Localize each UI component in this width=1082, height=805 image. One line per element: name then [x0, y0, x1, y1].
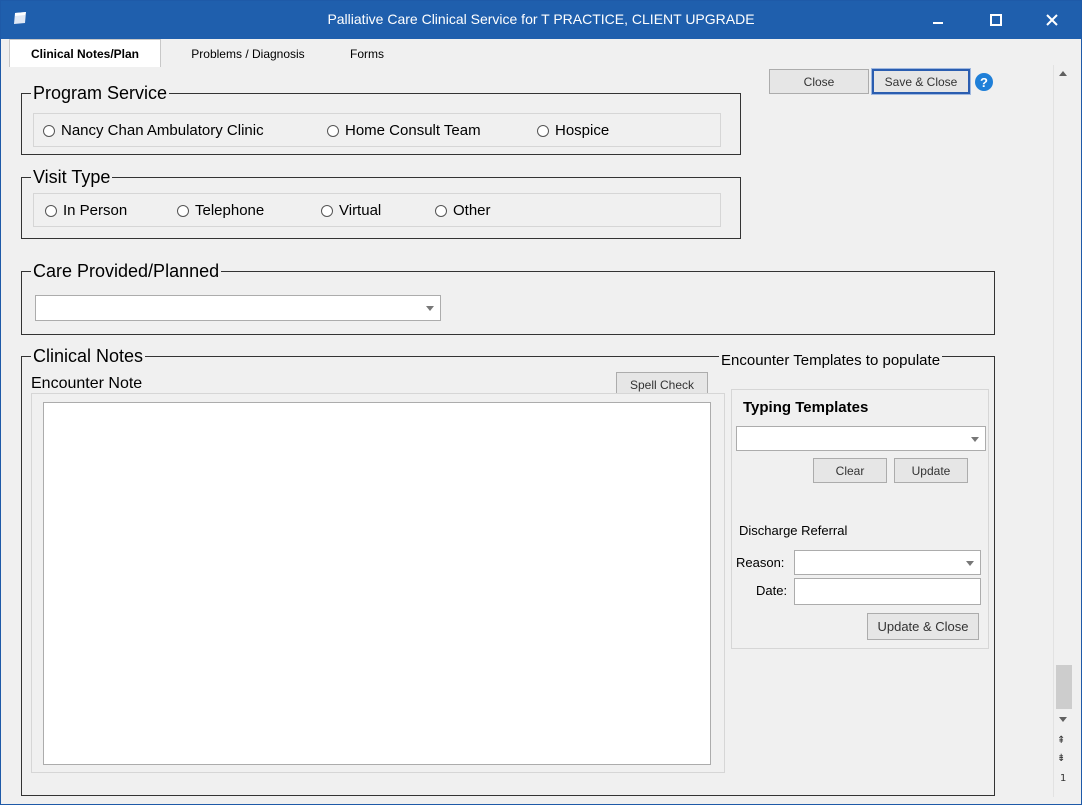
radio-label: Virtual	[339, 202, 382, 219]
chevron-down-icon	[426, 306, 434, 311]
tab-forms[interactable]: Forms	[337, 41, 397, 66]
typing-templates-dropdown[interactable]	[736, 426, 986, 451]
radio-hospice[interactable]: Hospice	[537, 122, 609, 139]
update-button[interactable]: Update	[894, 458, 968, 483]
visit-type-legend: Visit Type	[31, 167, 113, 187]
radio-label: Nancy Chan Ambulatory Clinic	[61, 122, 264, 139]
radio-in-person[interactable]: In Person	[45, 202, 127, 219]
page-down-icon[interactable]: ⇟	[1057, 753, 1065, 764]
close-button[interactable]: Close	[769, 69, 869, 94]
radio-home-consult-team[interactable]: Home Consult Team	[327, 122, 481, 139]
radio-icon	[177, 204, 189, 217]
clinical-notes-legend: Clinical Notes	[31, 346, 146, 366]
radio-label: Other	[453, 202, 491, 219]
radio-label: Hospice	[555, 122, 610, 139]
radio-label: Home Consult Team	[345, 122, 481, 139]
clear-button[interactable]: Clear	[813, 458, 887, 483]
close-icon	[1046, 14, 1058, 26]
maximize-icon	[990, 14, 1002, 26]
maximize-button[interactable]	[973, 1, 1019, 39]
radio-icon	[327, 124, 339, 137]
tab-strip: Clinical Notes/Plan Problems / Diagnosis…	[1, 39, 1081, 67]
radio-label: Telephone	[195, 202, 265, 219]
page-number: 1	[1060, 773, 1067, 784]
radio-icon	[45, 204, 57, 217]
program-service-legend: Program Service	[31, 83, 170, 103]
discharge-referral-label: Discharge Referral	[739, 523, 848, 538]
reason-label: Reason:	[736, 555, 785, 570]
chevron-down-icon	[971, 436, 979, 442]
scrollbar-thumb[interactable]	[1056, 665, 1072, 709]
care-provided-dropdown[interactable]	[35, 295, 441, 321]
radio-icon	[43, 124, 55, 137]
typing-templates-label: Typing Templates	[743, 399, 869, 416]
tab-clinical-notes-plan[interactable]: Clinical Notes/Plan	[9, 39, 161, 67]
scroll-down-icon[interactable]	[1059, 717, 1067, 722]
save-close-button[interactable]: Save & Close	[871, 68, 971, 95]
reason-dropdown[interactable]	[794, 550, 981, 575]
radio-other[interactable]: Other	[435, 202, 491, 219]
radio-icon	[435, 204, 447, 217]
scroll-up-icon[interactable]	[1059, 71, 1067, 76]
care-provided-legend: Care Provided/Planned	[31, 261, 222, 281]
minimize-icon	[933, 22, 943, 24]
date-label: Date:	[756, 583, 788, 598]
help-icon[interactable]: ?	[975, 73, 993, 91]
radio-virtual[interactable]: Virtual	[321, 202, 381, 219]
close-window-button[interactable]	[1029, 1, 1075, 39]
encounter-note-label: Encounter Note	[31, 375, 143, 393]
tab-problems-diagnosis[interactable]: Problems / Diagnosis	[173, 41, 323, 66]
encounter-note-textarea[interactable]	[43, 402, 711, 765]
update-close-button[interactable]: Update & Close	[867, 613, 979, 640]
title-bar: Palliative Care Clinical Service for T P…	[1, 1, 1081, 39]
vertical-scrollbar[interactable]: ⇞ ⇟ 1	[1053, 65, 1073, 797]
radio-telephone[interactable]: Telephone	[177, 202, 264, 219]
radio-nancy-chan-ambulatory-clinic[interactable]: Nancy Chan Ambulatory Clinic	[43, 122, 264, 139]
page-up-icon[interactable]: ⇞	[1057, 735, 1065, 746]
chevron-down-icon	[966, 560, 974, 566]
radio-label: In Person	[63, 202, 128, 219]
encounter-templates-legend: Encounter Templates to populate	[719, 351, 943, 371]
app-window: Palliative Care Clinical Service for T P…	[0, 0, 1082, 805]
minimize-button[interactable]	[915, 1, 961, 39]
radio-icon	[537, 124, 549, 137]
date-field[interactable]	[794, 578, 981, 605]
radio-icon	[321, 204, 333, 217]
